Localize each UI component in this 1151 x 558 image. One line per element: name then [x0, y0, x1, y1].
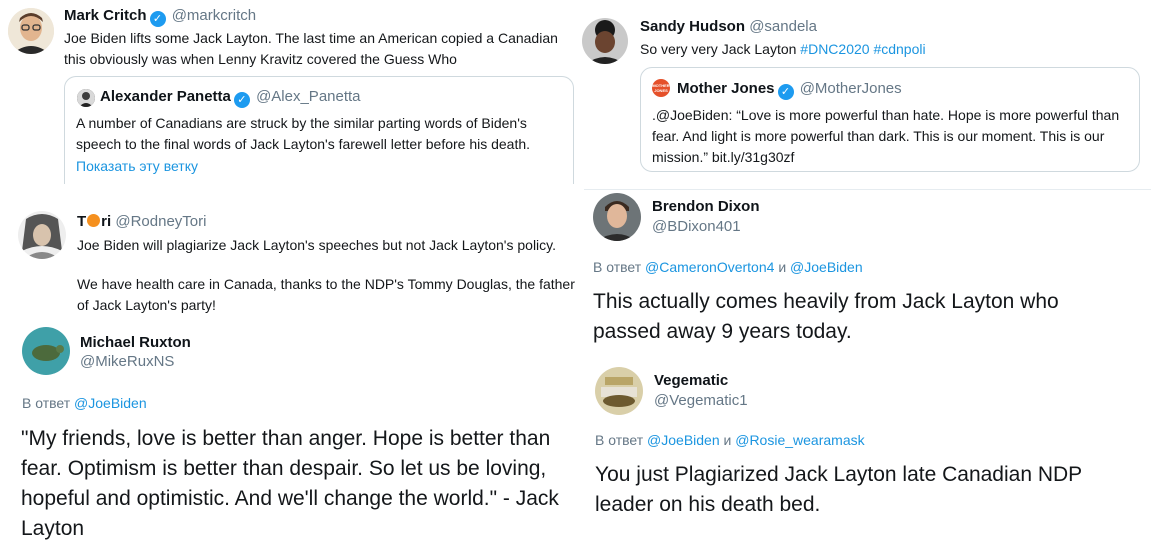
tweet-header: Mark Critch ✓ @markcritch — [64, 7, 256, 27]
show-thread-link[interactable]: Показать эту ветку — [76, 158, 198, 174]
tweet-mark-critch: Mark Critch ✓ @markcritch Joe Biden lifts… — [0, 0, 580, 185]
quote-header: Alexander Panetta ✓ @Alex_Panetta — [100, 88, 361, 108]
reply-user-link[interactable]: @JoeBiden — [74, 395, 147, 411]
person-photo-icon — [77, 89, 95, 107]
tweet-header: Brendon Dixon — [652, 198, 760, 215]
avatar[interactable] — [593, 193, 641, 241]
avatar[interactable] — [22, 327, 70, 375]
reply-user-link[interactable]: @JoeBiden — [790, 259, 863, 275]
avatar[interactable] — [595, 367, 643, 415]
display-name[interactable]: Mark Critch — [64, 7, 147, 24]
vegematic-product-photo-icon — [595, 367, 643, 415]
handle[interactable]: @MikeRuxNS — [80, 353, 174, 370]
handle[interactable]: @Vegematic1 — [654, 392, 748, 409]
handle[interactable]: @RodneyTori — [115, 213, 206, 230]
tweet-vegematic: Vegematic @Vegematic1 В ответ @JoeBiden … — [580, 360, 1151, 558]
short-link[interactable]: bit.ly/31g30zf — [712, 149, 795, 165]
sea-turtle-photo-icon — [22, 327, 70, 375]
tweet-body: So very very Jack Layton — [640, 41, 797, 57]
reply-context: В ответ @JoeBiden — [22, 395, 147, 411]
person-photo-icon — [582, 18, 628, 64]
tweet-brendon-dixon: Brendon Dixon @BDixon401 В ответ @Camero… — [580, 190, 1151, 355]
avatar[interactable] — [18, 211, 66, 259]
person-photo-icon — [18, 211, 66, 259]
tweet-header: Sandy Hudson @sandela — [640, 18, 817, 35]
handle[interactable]: @markcritch — [172, 7, 256, 24]
display-name: Alexander Panetta — [100, 88, 231, 105]
tweet-michael-ruxton: Michael Ruxton @MikeRuxNS В ответ @JoeBi… — [0, 320, 590, 558]
display-name: Mother Jones — [677, 80, 775, 97]
quote-text: .@JoeBiden: “Love is more powerful than … — [652, 107, 1120, 165]
verified-badge-icon: ✓ — [233, 92, 250, 108]
tweet-text: You just Plagiarized Jack Layton late Ca… — [595, 463, 1082, 516]
person-photo-icon — [593, 193, 641, 241]
handle[interactable]: @BDixon401 — [652, 218, 741, 235]
tweet-header: Michael Ruxton — [80, 334, 191, 351]
avatar — [77, 89, 95, 107]
hashtag-link[interactable]: #cdnpoli — [873, 41, 925, 57]
reply-user-link[interactable]: @JoeBiden — [647, 432, 720, 448]
tweet-text: "My friends, love is better than anger. … — [21, 427, 559, 540]
reply-user-link[interactable]: @Rosie_wearamask — [735, 432, 864, 448]
quoted-tweet[interactable]: MOTHER JONES Mother Jones ✓ @MotherJones … — [640, 67, 1140, 172]
handle: @MotherJones — [799, 80, 902, 97]
mother-jones-logo-icon: MOTHER JONES — [652, 79, 670, 97]
tweet-text: This actually comes heavily from Jack La… — [593, 290, 1059, 343]
tweet-header: Tri @RodneyTori — [77, 213, 206, 230]
quote-text: A number of Canadians are struck by the … — [76, 115, 531, 152]
tweet-text: Joe Biden lifts some Jack Layton. The la… — [64, 30, 558, 67]
hashtag-link[interactable]: #DNC2020 — [800, 41, 869, 57]
display-name[interactable]: Michael Ruxton — [80, 334, 191, 351]
orange-emoji-icon — [87, 214, 101, 227]
avatar[interactable] — [582, 18, 628, 64]
tweet-text: So very very Jack Layton #DNC2020 #cdnpo… — [640, 39, 1140, 60]
display-name[interactable]: Sandy Hudson — [640, 18, 745, 35]
tweet-rodney-tori: Tri @RodneyTori Joe Biden will plagiariz… — [0, 200, 590, 318]
person-photo-icon — [8, 8, 54, 54]
quote-header: Mother Jones ✓ @MotherJones — [677, 80, 902, 100]
quoted-tweet[interactable]: Alexander Panetta ✓ @Alex_Panetta A numbe… — [64, 76, 574, 184]
display-name[interactable]: Tri — [77, 213, 111, 230]
tweet-sandy-hudson: Sandy Hudson @sandela So very very Jack … — [580, 0, 1151, 190]
handle: @Alex_Panetta — [256, 88, 361, 105]
verified-badge-icon: ✓ — [777, 84, 794, 100]
reply-user-link[interactable]: @CameronOverton4 — [645, 259, 774, 275]
tweet-text: Joe Biden will plagiarize Jack Layton's … — [77, 237, 557, 253]
handle[interactable]: @sandela — [749, 18, 817, 35]
tweet-text-paragraph: We have health care in Canada, thanks to… — [77, 276, 575, 313]
reply-context: В ответ @JoeBiden и @Rosie_wearamask — [595, 432, 865, 448]
verified-badge-icon: ✓ — [149, 11, 166, 27]
avatar[interactable] — [8, 8, 54, 54]
display-name[interactable]: Vegematic — [654, 372, 728, 389]
reply-context: В ответ @CameronOverton4 и @JoeBiden — [593, 259, 863, 275]
display-name[interactable]: Brendon Dixon — [652, 198, 760, 215]
tweet-header: Vegematic — [654, 372, 728, 389]
